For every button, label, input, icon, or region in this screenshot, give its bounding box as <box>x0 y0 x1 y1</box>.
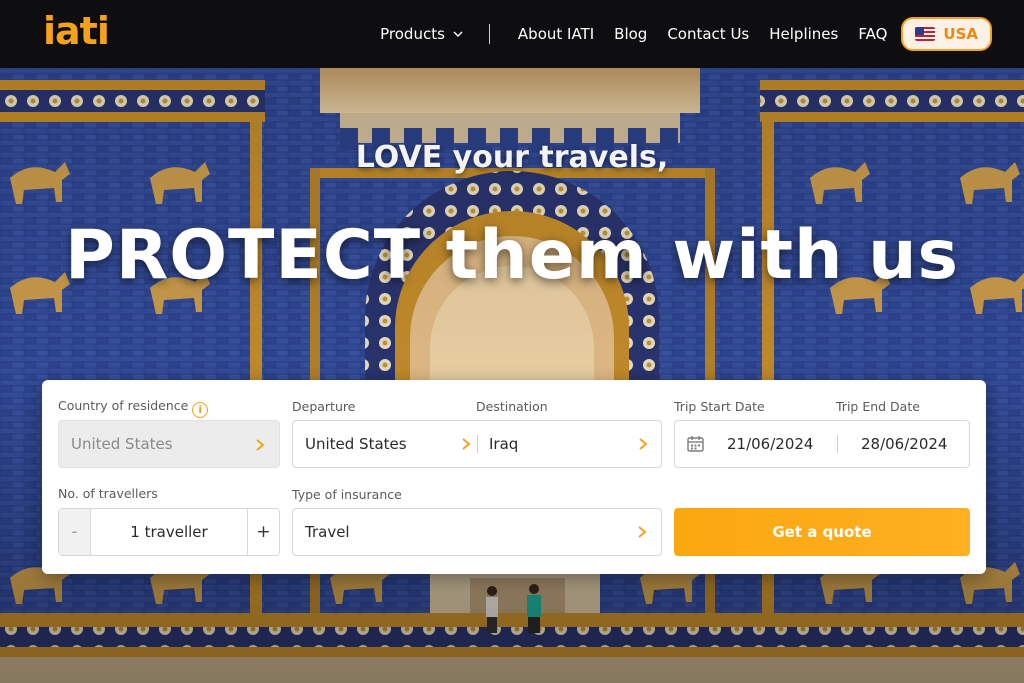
chevron-down-icon <box>453 31 463 37</box>
info-icon[interactable]: i <box>192 402 209 418</box>
iati-logo[interactable]: iati <box>43 12 110 50</box>
destination-field[interactable]: Iraq <box>478 421 662 467</box>
nav-divider <box>488 24 490 44</box>
departure-label: Departure <box>292 399 356 414</box>
start-date-label: Trip Start Date <box>674 399 765 414</box>
residence-value: United States <box>71 435 173 453</box>
nav-about-link[interactable]: About IATI <box>508 25 604 43</box>
nav-products-label: Products <box>380 25 445 43</box>
chevron-right-icon <box>256 439 265 451</box>
nav-blog-link[interactable]: Blog <box>604 25 657 43</box>
travellers-value: 1 traveller <box>130 523 208 541</box>
insurance-label: Type of insurance <box>292 487 402 502</box>
hero-title: PROTECT them with us <box>65 216 959 295</box>
site-header: iati Products About IATI Blog Contact Us… <box>0 0 1024 68</box>
travellers-stepper: - 1 traveller + <box>58 508 280 556</box>
decrement-button[interactable]: - <box>59 509 91 555</box>
quote-form: Country of residence i Departure Destinat… <box>42 380 986 574</box>
nav-faq-link[interactable]: FAQ <box>848 25 897 43</box>
end-date-label: Trip End Date <box>836 399 920 414</box>
departure-field[interactable]: United States <box>293 421 477 467</box>
destination-value: Iraq <box>489 435 519 453</box>
date-divider <box>837 435 838 453</box>
end-date-value[interactable]: 28/06/2024 <box>861 435 947 453</box>
calendar-icon <box>687 436 704 452</box>
date-range-field: 21/06/2024 28/06/2024 <box>674 420 970 468</box>
nav-products-dropdown[interactable]: Products <box>370 25 485 43</box>
main-nav: Products About IATI Blog Contact Us Help… <box>370 0 992 68</box>
country-selector-label: USA <box>943 25 978 43</box>
us-flag-icon <box>915 27 936 41</box>
hero-section: LOVE your travels, PROTECT them with us <box>0 68 1024 683</box>
country-selector-button[interactable]: USA <box>901 17 992 51</box>
chevron-right-icon <box>639 438 648 450</box>
nav-contact-link[interactable]: Contact Us <box>657 25 759 43</box>
increment-button[interactable]: + <box>247 509 279 555</box>
route-field: United States Iraq <box>292 420 662 468</box>
departure-value: United States <box>305 435 407 453</box>
get-quote-button[interactable]: Get a quote <box>674 508 970 556</box>
insurance-value: Travel <box>305 523 350 541</box>
insurance-type-select[interactable]: Travel <box>292 508 662 556</box>
chevron-right-icon <box>462 438 471 450</box>
nav-helplines-link[interactable]: Helplines <box>759 25 848 43</box>
hero-tagline: LOVE your travels, <box>355 140 669 175</box>
start-date-value[interactable]: 21/06/2024 <box>727 435 813 453</box>
chevron-right-icon <box>638 526 647 538</box>
residence-label-group: Country of residence i <box>58 398 209 418</box>
destination-label: Destination <box>476 399 548 414</box>
residence-field[interactable]: United States <box>58 420 280 468</box>
residence-label: Country of residence <box>58 398 189 413</box>
travellers-label: No. of travellers <box>58 486 158 501</box>
